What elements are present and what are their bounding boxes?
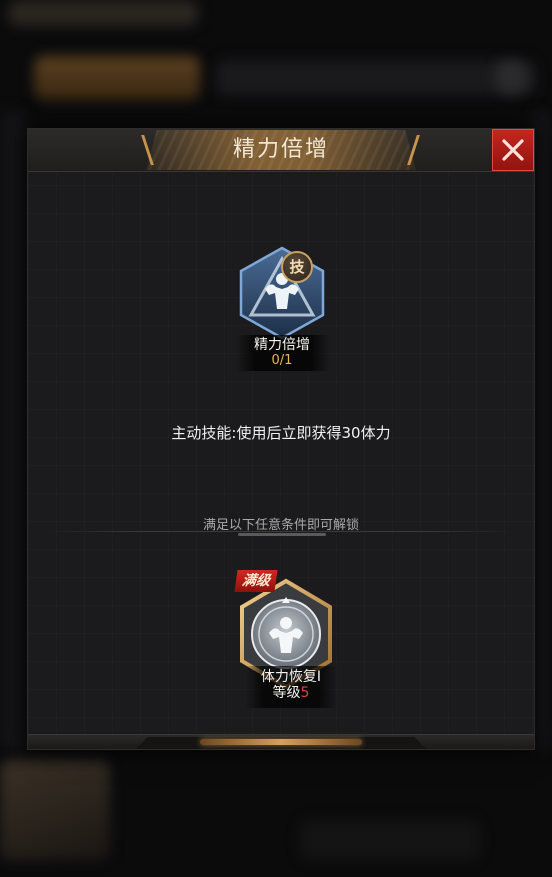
requirement-level-prefix: 等级 (272, 685, 301, 701)
background-bar (216, 60, 536, 96)
unlock-condition-label: 满足以下任意条件即可解锁 (202, 518, 359, 533)
close-icon (502, 139, 524, 161)
skill-count: 0/1 (271, 353, 293, 368)
skill-dialog: 精力倍增 技 精力倍增 0/1 主动技能:使用后立即获得30体力 满足以下任意条… (27, 128, 535, 750)
max-level-badge: 满级 (234, 570, 278, 592)
footer-gold-bar (200, 739, 362, 745)
close-button[interactable] (492, 129, 534, 171)
background-tab (8, 0, 198, 26)
skill-name: 精力倍增 (254, 337, 310, 353)
unlock-underline (238, 533, 326, 536)
background-panel-left (0, 110, 26, 750)
background-character (0, 760, 110, 860)
requirement-name: 体力恢复I (260, 669, 322, 685)
background-footer (300, 820, 480, 860)
dialog-title: 精力倍增 (232, 137, 329, 162)
background-icon (494, 60, 528, 94)
skill-type-tag: 技 (281, 251, 313, 283)
background-panel-right (532, 110, 552, 750)
background-button (34, 56, 200, 100)
requirement-level: 等级5 (231, 685, 351, 701)
requirement-level-value: 5 (300, 685, 310, 701)
skill-description: 主动技能:使用后立即获得30体力 (171, 424, 391, 442)
dialog-header: 精力倍增 (28, 129, 534, 172)
